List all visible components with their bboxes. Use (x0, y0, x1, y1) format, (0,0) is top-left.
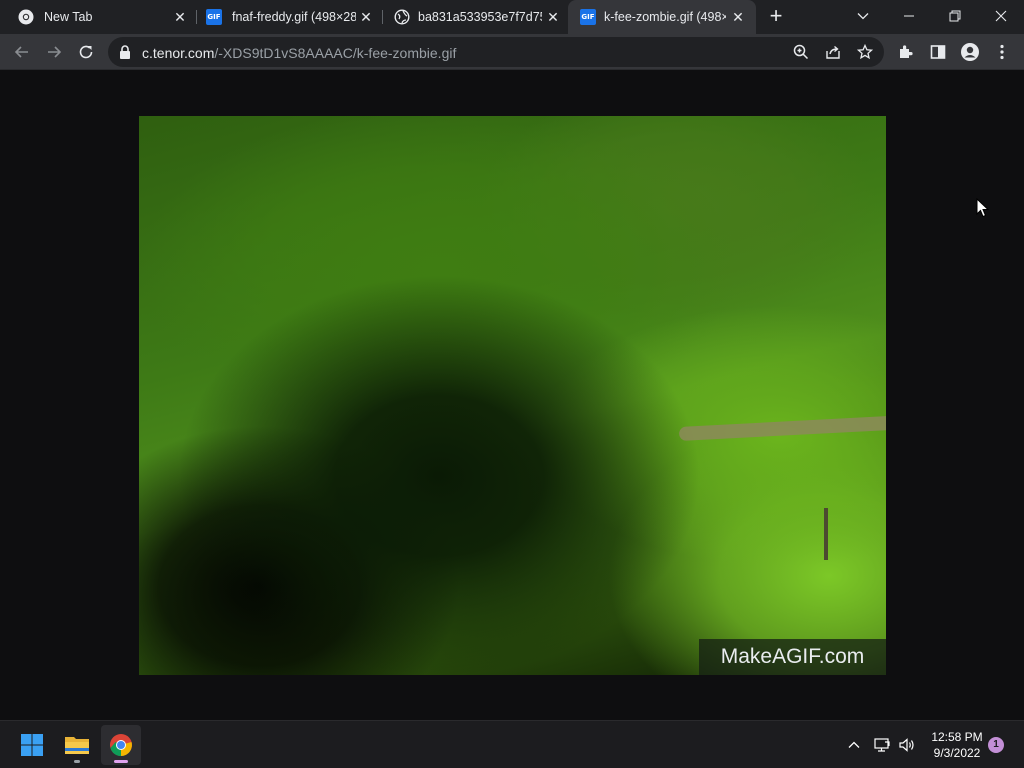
restore-icon (949, 10, 961, 22)
tab-strip: New Tab ✕ GIF fnaf-freddy.gif (498×28 ✕ … (0, 0, 1024, 34)
show-hidden-icons-button[interactable] (844, 735, 864, 755)
side-panel-button[interactable] (926, 40, 950, 64)
puzzle-icon (900, 45, 913, 58)
zoom-button[interactable] (791, 42, 811, 62)
taskbar: 12:58 PM 9/3/2022 1 (0, 720, 1024, 768)
network-button[interactable] (872, 735, 892, 755)
close-window-button[interactable] (978, 0, 1024, 32)
browser-toolbar: c.tenor.com/-XDS9tD1vS8AAAAC/k-fee-zombi… (0, 34, 1024, 70)
chevron-down-icon (857, 13, 869, 20)
back-button[interactable] (10, 40, 34, 64)
tab-close-icon[interactable]: ✕ (545, 9, 561, 25)
tab-search-button[interactable] (840, 0, 886, 32)
reload-icon (79, 45, 93, 59)
tab-close-icon[interactable]: ✕ (730, 9, 746, 25)
menu-button[interactable] (990, 40, 1014, 64)
minimize-icon (904, 15, 914, 17)
tab-title: k-fee-zombie.gif (498× (604, 10, 726, 24)
chevron-up-icon (848, 741, 860, 748)
arrow-right-icon (48, 46, 62, 58)
bookmark-button[interactable] (855, 42, 875, 62)
forward-button[interactable] (42, 40, 66, 64)
start-button[interactable] (12, 725, 52, 765)
system-clock[interactable]: 12:58 PM 9/3/2022 (922, 729, 992, 761)
gif-image[interactable]: MakeAGIF.com (139, 116, 886, 675)
star-icon (857, 44, 873, 60)
url-host: c.tenor.com (142, 45, 215, 61)
zoom-icon (793, 44, 809, 60)
address-bar[interactable]: c.tenor.com/-XDS9tD1vS8AAAAC/k-fee-zombi… (108, 37, 884, 67)
reload-button[interactable] (74, 40, 98, 64)
tab-title: New Tab (44, 10, 93, 24)
chrome-taskbar-button[interactable] (101, 725, 141, 765)
network-icon (874, 738, 890, 752)
tab-title: ba831a533953e7f7d75 (418, 10, 542, 24)
gif-favicon-icon: GIF (580, 9, 596, 25)
image-dirt-path (678, 414, 886, 442)
clock-time: 12:58 PM (931, 730, 983, 744)
close-icon (995, 10, 1007, 22)
notification-badge[interactable]: 1 (988, 737, 1004, 753)
avatar-icon (961, 43, 979, 61)
arrow-left-icon (14, 46, 28, 58)
windows-start-icon (21, 734, 43, 756)
page-content: MakeAGIF.com (0, 70, 1024, 720)
volume-button[interactable] (897, 735, 917, 755)
extensions-button[interactable] (894, 40, 918, 64)
file-explorer-icon (65, 737, 89, 754)
restore-button[interactable] (932, 0, 978, 32)
gif-favicon-icon: GIF (206, 9, 222, 25)
chrome-icon (110, 734, 132, 756)
tab-fnaf-freddy[interactable]: GIF fnaf-freddy.gif (498×28 ✕ (194, 0, 382, 34)
app-running-indicator (74, 760, 80, 763)
clock-date: 9/3/2022 (933, 746, 981, 760)
app-active-indicator (114, 760, 128, 763)
tab-close-icon[interactable]: ✕ (358, 9, 374, 25)
minimize-button[interactable] (886, 0, 932, 32)
tab-title: fnaf-freddy.gif (498×28 (232, 10, 356, 24)
new-tab-button[interactable]: + (763, 5, 789, 29)
image-fence-post (824, 508, 828, 560)
chrome-icon (18, 9, 34, 25)
side-panel-icon (930, 45, 946, 59)
speaker-icon (899, 738, 914, 752)
tab-new-tab[interactable]: New Tab ✕ (6, 0, 196, 34)
url-path: /-XDS9tD1vS8AAAAC/k-fee-zombie.gif (214, 45, 457, 61)
globe-icon (394, 9, 410, 25)
file-explorer-button[interactable] (57, 725, 97, 765)
url-text: c.tenor.com/-XDS9tD1vS8AAAAC/k-fee-zombi… (142, 45, 456, 61)
share-icon (826, 45, 840, 59)
lock-icon (120, 45, 130, 59)
tab-close-icon[interactable]: ✕ (172, 9, 188, 25)
mouse-cursor-icon (976, 198, 990, 218)
tab-k-fee-zombie[interactable]: GIF k-fee-zombie.gif (498× ✕ (568, 0, 756, 34)
kebab-menu-icon (1000, 44, 1004, 60)
image-watermark: MakeAGIF.com (699, 639, 886, 675)
tab-ba831a[interactable]: ba831a533953e7f7d75 ✕ (382, 0, 570, 34)
profile-button[interactable] (958, 40, 982, 64)
share-button[interactable] (823, 42, 843, 62)
